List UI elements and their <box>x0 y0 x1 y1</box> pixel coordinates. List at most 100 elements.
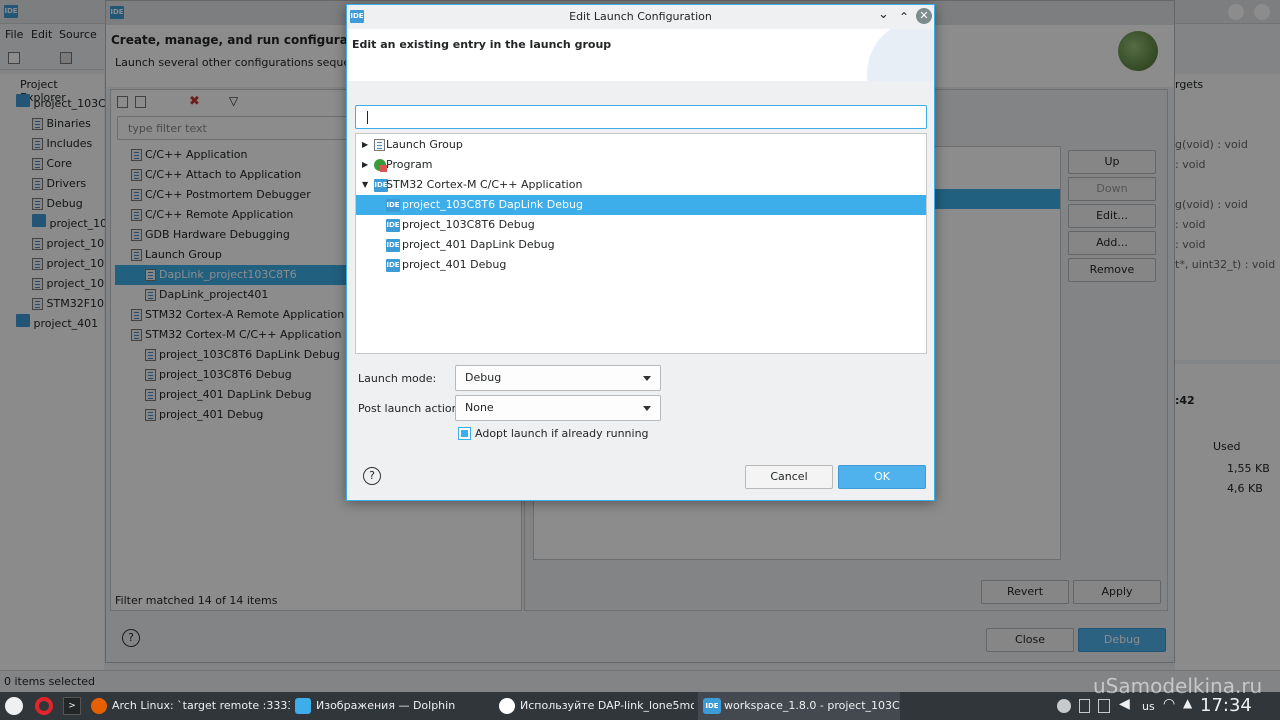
save-icon[interactable] <box>60 52 72 64</box>
file-icon <box>32 238 43 250</box>
tree-core[interactable]: Core <box>32 154 72 174</box>
tree-debug[interactable]: Debug <box>32 194 83 214</box>
config-type-icon <box>131 189 142 201</box>
file-icon <box>32 258 43 270</box>
delete-icon[interactable]: ✖ <box>189 94 200 109</box>
config-item-label: GDB Hardware Debugging <box>145 228 290 241</box>
opera-icon[interactable] <box>35 697 53 715</box>
volume-icon[interactable]: ◀ <box>1119 696 1130 712</box>
tree-drivers[interactable]: Drivers <box>32 174 86 194</box>
expand-tray-icon[interactable]: ▲ <box>1183 696 1192 710</box>
filter-status: Filter matched 14 of 14 items <box>115 594 278 607</box>
outline-panel: rgets g(void) : void : void g(void) : vo… <box>1175 74 1280 360</box>
outline-item[interactable]: g(void) : void <box>1175 138 1248 151</box>
outline-item[interactable]: : void <box>1175 158 1205 171</box>
steam-icon[interactable] <box>1057 699 1071 713</box>
menu-edit[interactable]: Edit <box>31 28 52 41</box>
down-button[interactable]: Down <box>1068 177 1156 201</box>
edit-tree-item[interactable]: IDE project_103C8T6 Debug <box>356 215 926 235</box>
task-terminal[interactable]: Arch Linux: `target remote :3333` ... <box>86 692 290 720</box>
clipboard-icon[interactable] <box>1079 699 1090 713</box>
chevron-right-icon[interactable]: ▶ <box>362 135 368 155</box>
duplicate-icon[interactable] <box>135 96 146 108</box>
tree-file[interactable]: project_103 <box>32 274 111 294</box>
remove-button[interactable]: Remove <box>1068 258 1156 282</box>
add-button[interactable]: Add... <box>1068 231 1156 255</box>
help-icon[interactable]: ? <box>122 629 140 647</box>
post-action-select[interactable]: None <box>455 395 661 421</box>
cancel-button[interactable]: Cancel <box>745 465 833 489</box>
chevron-down-icon[interactable]: ⌄ <box>878 7 889 22</box>
close-icon[interactable]: ✕ <box>916 8 932 24</box>
debug-button[interactable]: Debug <box>1078 628 1166 652</box>
apply-button[interactable]: Apply <box>1073 580 1161 604</box>
minimize-icon[interactable] <box>1228 4 1244 20</box>
outline-item[interactable]: : void <box>1175 238 1205 251</box>
task-ide[interactable]: IDE workspace_1.8.0 - project_103C8T... <box>698 692 900 720</box>
help-icon[interactable]: ? <box>363 467 381 485</box>
tree-file[interactable]: STM32F103 <box>32 294 111 314</box>
ok-button[interactable]: OK <box>838 465 926 489</box>
chevron-down-icon[interactable]: ▼ <box>362 175 368 195</box>
outline-item[interactable]: : void <box>1175 218 1205 231</box>
chevron-right-icon[interactable]: ▶ <box>362 155 368 175</box>
outline-item[interactable]: g(void) : void <box>1175 198 1248 211</box>
config-type-icon <box>145 349 156 361</box>
task-dolphin[interactable]: Изображения — Dolphin <box>290 692 490 720</box>
up-button[interactable]: Up <box>1068 150 1156 174</box>
ide-app-icon: IDE <box>110 6 124 19</box>
edit-tree-item[interactable]: IDE project_401 DapLink Debug <box>356 235 926 255</box>
chevron-up-icon[interactable]: ⌃ <box>899 10 909 24</box>
chevron-down-icon <box>643 406 651 411</box>
task-browser[interactable]: Используйте DAP-link_lone5moo... <box>494 692 694 720</box>
filter-icon[interactable]: ▽ <box>229 94 238 108</box>
edit-tree-item[interactable]: IDE project_103C8T6 DapLink Debug <box>356 195 926 215</box>
outline-item[interactable]: t*, uint32_t) : void <box>1175 258 1275 271</box>
app-launcher-icon[interactable] <box>5 697 23 715</box>
bug-icon <box>1118 31 1158 71</box>
edit-tree-item[interactable]: ▶ Launch Group <box>356 135 926 155</box>
search-caret <box>367 111 368 124</box>
config-type-icon <box>145 289 156 301</box>
tree-binaries[interactable]: Binaries <box>32 114 91 134</box>
tree-file[interactable]: project_103 <box>32 214 114 234</box>
close-button[interactable]: Close <box>986 628 1074 652</box>
analyzer-col-used: Used <box>1213 440 1241 453</box>
folder-icon <box>32 158 43 170</box>
menu-source[interactable]: Source <box>59 28 97 41</box>
tree-project-401[interactable]: project_401 <box>16 314 98 334</box>
edit-button[interactable]: Edit... <box>1068 204 1156 228</box>
config-type-icon <box>145 269 156 281</box>
post-action-value: None <box>465 401 494 414</box>
edit-tree-item[interactable]: ▼ IDE STM32 Cortex-M C/C++ Application <box>356 175 926 195</box>
menu-file[interactable]: File <box>5 28 23 41</box>
edit-tree-item[interactable]: ▶ Program <box>356 155 926 175</box>
tree-includes[interactable]: Includes <box>32 134 92 154</box>
adopt-checkbox[interactable] <box>458 427 471 440</box>
keyboard-layout[interactable]: us <box>1142 700 1155 713</box>
ide-config-icon: IDE <box>386 239 400 252</box>
filter-input[interactable]: type filter text <box>117 116 357 140</box>
clock[interactable]: 17:34 <box>1200 695 1252 716</box>
maximize-icon[interactable] <box>1254 4 1270 20</box>
task-label: Используйте DAP-link_lone5moo... <box>520 699 694 712</box>
yandex-icon <box>499 698 515 714</box>
notes-icon[interactable] <box>1098 699 1110 713</box>
new-icon[interactable] <box>8 52 20 64</box>
launch-mode-select[interactable]: Debug <box>455 365 661 391</box>
tree-project-103[interactable]: project_103C8 <box>16 94 113 114</box>
dialog-title: Create, manage, and run configurations <box>111 33 382 47</box>
folder-icon <box>32 178 43 190</box>
terminal-icon[interactable]: > <box>63 697 81 715</box>
revert-button[interactable]: Revert <box>981 580 1069 604</box>
project-explorer: Project Explorer project_103C8 Binaries … <box>0 74 114 670</box>
config-item-label: C/C++ Application <box>145 148 248 161</box>
new-config-icon[interactable] <box>117 96 128 108</box>
wifi-icon[interactable]: ◠ <box>1163 696 1175 712</box>
tree-file[interactable]: project_103 <box>32 254 111 274</box>
config-type-icon <box>131 229 142 241</box>
tree-file[interactable]: project_103 <box>32 234 111 254</box>
edit-tree-item[interactable]: IDE project_401 Debug <box>356 255 926 275</box>
system-tray: uSamodelkina.ru ◀ us ◠ ▲ 17:34 <box>1055 674 1280 720</box>
search-input[interactable] <box>355 105 927 129</box>
